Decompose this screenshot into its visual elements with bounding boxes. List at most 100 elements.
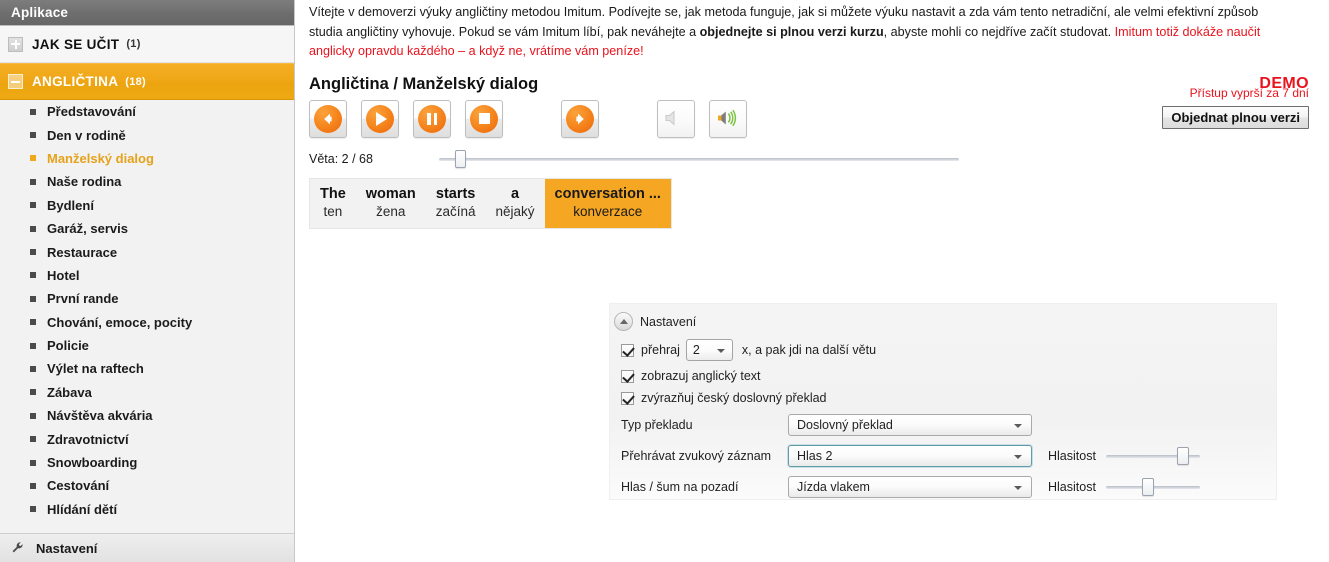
word-czech: konverzace xyxy=(573,203,643,219)
sidebar-item-lesson[interactable]: Garáž, servis xyxy=(0,217,294,240)
stop-button[interactable] xyxy=(465,99,503,138)
sidebar-item-lesson[interactable]: Chování, emoce, pocity xyxy=(0,311,294,334)
sentence-word-cell[interactable]: a nějaký xyxy=(486,179,545,228)
sidebar-item-lesson[interactable]: Výlet na raftech xyxy=(0,357,294,380)
sidebar-item-lesson[interactable]: Snowboarding xyxy=(0,451,294,474)
stop-circle-icon xyxy=(470,104,498,133)
settings-option-row: Přehrávat zvukový záznam Hlas 2 Hlasitost xyxy=(610,445,1276,467)
sentence-word-cell[interactable]: conversation ... konverzace xyxy=(544,178,671,228)
repeat-count-select[interactable]: 2 xyxy=(685,339,733,361)
word-english: conversation ... xyxy=(554,185,661,202)
repeat-label-before: přehraj xyxy=(641,343,680,357)
chevron-up-icon[interactable] xyxy=(614,312,633,331)
settings-option-value: Hlas 2 xyxy=(797,449,833,463)
sound-on-button[interactable] xyxy=(709,99,747,138)
sidebar-footer-label: Nastavení xyxy=(36,540,98,556)
sentence-slider-thumb[interactable] xyxy=(454,149,466,168)
bullet-icon xyxy=(30,249,36,256)
settings-option-select[interactable]: Jízda vlakem xyxy=(788,476,1032,498)
settings-option-rows: Typ překladu Doslovný překlad Přehrávat zv… xyxy=(610,414,1276,498)
sidebar-item-lesson[interactable]: Představování xyxy=(0,100,294,123)
sidebar-item-lesson[interactable]: První rande xyxy=(0,287,294,310)
settings-option-select[interactable]: Doslovný překlad xyxy=(788,414,1032,436)
sidebar-item-lesson[interactable]: Návštěva akvária xyxy=(0,404,294,427)
volume-control-group: Hlasitost xyxy=(1048,447,1200,465)
word-czech: začíná xyxy=(435,203,476,219)
sidebar-item-label: Manželský dialog xyxy=(47,150,154,166)
bullet-icon xyxy=(30,365,36,372)
sidebar-group-anglictina[interactable]: ANGLIČTINA (18) xyxy=(0,63,294,100)
sidebar-item-label: Snowboarding xyxy=(47,455,138,471)
sidebar-item-lesson[interactable]: Manželský dialog xyxy=(0,147,294,170)
sidebar-item-lesson[interactable]: Zdravotnictví xyxy=(0,427,294,450)
previous-sentence-button[interactable] xyxy=(309,99,347,138)
repeat-checkbox[interactable] xyxy=(621,343,634,357)
sidebar-item-lesson[interactable]: Restaurace xyxy=(0,240,294,263)
settings-option-row: Hlas / šum na pozadí Jízda vlakem Hlasitos… xyxy=(610,476,1276,498)
word-english: a xyxy=(510,185,520,202)
sentence-word-cell[interactable]: The ten xyxy=(310,179,356,228)
repeat-count-value: 2 xyxy=(692,343,700,357)
chevron-down-icon xyxy=(1014,486,1022,490)
sidebar-item-lesson[interactable]: Hlídání dětí xyxy=(0,498,294,521)
sidebar-item-lesson[interactable]: Zábava xyxy=(0,381,294,404)
repeat-setting-row: přehraj 2 x, a pak jdi na další větu xyxy=(621,339,1276,361)
volume-slider[interactable] xyxy=(1105,447,1200,465)
volume-slider-thumb[interactable] xyxy=(1142,478,1155,496)
sidebar-item-lesson[interactable]: Naše rodina xyxy=(0,170,294,193)
sidebar-item-lesson[interactable]: Policie xyxy=(0,334,294,357)
sidebar-item-lesson[interactable]: Hotel xyxy=(0,264,294,287)
mute-button[interactable] xyxy=(657,99,695,138)
sentence-word-cell[interactable]: starts začíná xyxy=(426,179,486,228)
settings-panel-header[interactable]: Nastavení xyxy=(610,304,1276,331)
sidebar-group-jak-se-ucit[interactable]: JAK SE UČIT (1) xyxy=(0,26,294,63)
word-czech: nějaký xyxy=(495,203,535,219)
bullet-icon xyxy=(30,389,36,396)
sidebar-header: Aplikace xyxy=(0,0,294,26)
purchase-column: Přístup vyprší za 7 dní Objednat plnou v… xyxy=(1162,86,1309,129)
chevron-down-icon xyxy=(1014,424,1022,428)
play-button[interactable] xyxy=(361,99,399,138)
bullet-icon xyxy=(30,272,36,279)
sidebar-item-lesson[interactable]: Bydlení xyxy=(0,194,294,217)
volume-label: Hlasitost xyxy=(1048,449,1096,463)
bullet-icon xyxy=(30,482,36,489)
sidebar-item-nastaveni[interactable]: Nastavení xyxy=(0,533,294,562)
sidebar-scroll-area: JAK SE UČIT (1) ANGLIČTINA (18) Představ… xyxy=(0,26,294,533)
sidebar-item-label: Hotel xyxy=(47,267,80,283)
next-sentence-button[interactable] xyxy=(561,99,599,138)
plus-icon[interactable] xyxy=(8,36,23,52)
sidebar-item-label: Návštěva akvária xyxy=(47,408,153,424)
sidebar-item-label: Garáž, servis xyxy=(47,221,128,237)
play-circle-icon xyxy=(366,104,394,133)
sidebar-item-label: Den v rodině xyxy=(47,127,126,143)
promo-banner: Vítejte v demoverzi výuky angličtiny met… xyxy=(295,0,1315,62)
show-english-text-checkbox[interactable] xyxy=(621,369,634,383)
page-title: Angličtina / Manželský dialog xyxy=(309,74,539,93)
arrow-right-circle-icon xyxy=(566,104,594,133)
sidebar-group-count: (1) xyxy=(126,38,141,50)
speaker-on-icon xyxy=(715,108,741,130)
pause-button[interactable] xyxy=(413,99,451,138)
sentence-word-cell[interactable]: woman žena xyxy=(356,179,426,228)
sentence-counter-label: Věta: 2 / 68 xyxy=(309,151,373,166)
highlight-translation-checkbox[interactable] xyxy=(621,391,634,405)
volume-slider[interactable] xyxy=(1105,478,1200,496)
sidebar-item-lesson[interactable]: Cestování xyxy=(0,474,294,497)
order-full-version-button[interactable]: Objednat plnou verzi xyxy=(1162,106,1309,129)
highlight-translation-row: zvýrazňuj český doslovný překlad xyxy=(621,391,1276,405)
sidebar-item-label: Chování, emoce, pocity xyxy=(47,314,193,330)
transport-controls xyxy=(295,99,747,138)
pause-circle-icon xyxy=(418,104,446,133)
sentence-slider[interactable] xyxy=(439,149,959,168)
volume-label: Hlasitost xyxy=(1048,480,1096,494)
volume-slider-thumb[interactable] xyxy=(1176,447,1189,465)
sidebar-item-lesson[interactable]: Den v rodině xyxy=(0,123,294,146)
sidebar-item-label: Restaurace xyxy=(47,244,118,260)
wrench-icon xyxy=(11,541,25,555)
bullet-icon xyxy=(30,319,36,326)
volume-control-group: Hlasitost xyxy=(1048,478,1200,496)
minus-icon[interactable] xyxy=(8,74,23,89)
sidebar-item-label: Hlídání dětí xyxy=(47,501,118,517)
settings-option-select[interactable]: Hlas 2 xyxy=(788,445,1032,467)
